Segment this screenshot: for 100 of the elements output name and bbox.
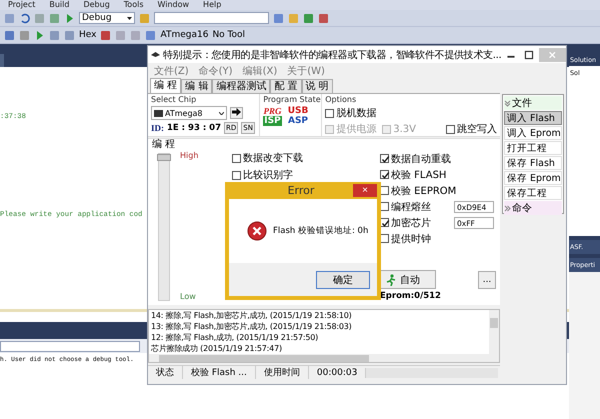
checkbox-label: 校验 FLASH	[391, 168, 446, 182]
checkbox-label: 数据改变下载	[243, 152, 303, 165]
toolbar-icon[interactable]	[303, 12, 314, 24]
logo-text: USB	[288, 106, 308, 116]
checkbox-label: 跳空写入	[457, 122, 497, 136]
chip-dropdown[interactable]: ATmega8	[151, 106, 227, 120]
tab[interactable]: 配 置	[270, 79, 302, 93]
side-button[interactable]: 打开工程	[504, 141, 562, 155]
output-source-dropdown[interactable]	[0, 340, 140, 352]
logo-text: ISP	[263, 116, 282, 126]
toolbar-icon[interactable]	[4, 30, 15, 40]
menu-item[interactable]: Tools	[124, 0, 144, 10]
checkbox-label: 校验 EEPROM	[391, 184, 456, 198]
menu-item[interactable]: 关于(W)	[287, 64, 325, 78]
ok-button[interactable]: 确定	[316, 270, 370, 288]
chip-id: 1E : 93 : 07	[167, 123, 222, 133]
log-line: 14: 擦除,写 Flash,加密芯片,成功, (2015/1/19 21:58:10)	[150, 310, 353, 321]
dialog-title: Error	[286, 184, 316, 197]
side-button[interactable]: 保存工程	[504, 186, 562, 200]
menu-item[interactable]: Project	[8, 0, 36, 10]
status-text: 校验 Flash ...	[183, 366, 256, 379]
menu-item[interactable]: 命令(Y)	[198, 64, 233, 78]
running-man-icon	[385, 274, 397, 286]
checkbox[interactable]	[380, 154, 389, 163]
high-label: High	[180, 151, 200, 160]
slider-track[interactable]	[158, 153, 170, 301]
toolbar-icon[interactable]	[318, 12, 329, 24]
platform-dropdown[interactable]	[154, 12, 269, 24]
checkbox[interactable]	[232, 170, 241, 180]
caret-icon	[219, 112, 224, 114]
configuration-dropdown[interactable]: Debug	[79, 12, 135, 24]
toolbar-icon[interactable]	[19, 30, 30, 40]
play-icon[interactable]	[34, 30, 45, 40]
side-button[interactable]: 调入 Flash	[504, 111, 562, 125]
device-button[interactable]: ATmega16	[160, 30, 208, 40]
menu-item[interactable]: Build	[49, 0, 70, 10]
tab[interactable]: 编 辑	[181, 79, 212, 93]
toolbar-icon[interactable]	[49, 12, 60, 24]
log-line: 12: 擦除,写 Flash,成功, (2015/1/19 21:57:50)	[150, 332, 320, 343]
toolbar-icon[interactable]	[4, 12, 15, 24]
tab[interactable]: 说 明	[302, 79, 333, 93]
toolbar-icon[interactable]	[139, 12, 150, 24]
menu-item[interactable]: 文件(Z)	[154, 64, 189, 78]
close-button[interactable]: ×	[353, 184, 377, 197]
scrollbar-thumb[interactable]	[159, 354, 369, 362]
error-icon	[247, 221, 267, 241]
more-button[interactable]: ...	[478, 270, 496, 288]
error-message: Flash 校验错误地址: 0h	[273, 225, 368, 237]
checkbox-label: 比较识别字	[243, 168, 293, 182]
group-label: Options	[325, 95, 358, 104]
toolbar-icon[interactable]	[49, 30, 60, 40]
side-button[interactable]: 保存 Eprom	[504, 171, 562, 185]
go-button[interactable]	[230, 107, 243, 119]
hex-button[interactable]: Hex	[79, 30, 96, 40]
checkbox[interactable]	[446, 124, 455, 134]
window-title: 特别提示：您使用的是非智峰软件的编程器或下载器，智峰软件不提供技术支...	[163, 48, 502, 62]
checkbox-label: 提供电源	[336, 122, 376, 136]
slider-thumb[interactable]	[157, 154, 171, 161]
menu-item[interactable]: Help	[203, 0, 222, 10]
toolbar-icon[interactable]	[145, 30, 156, 40]
toolbar-icon[interactable]	[115, 30, 126, 40]
status-text: 使用时间	[256, 366, 309, 379]
menu-item[interactable]: 编辑(X)	[242, 64, 278, 78]
auto-button[interactable]: 自动	[380, 270, 436, 289]
group-label: Select Chip	[151, 95, 198, 104]
tool-button[interactable]: No Tool	[212, 30, 246, 40]
tab[interactable]: 编 程	[150, 78, 182, 93]
section-label: 编 程	[151, 139, 176, 151]
panel-header[interactable]: 命令	[504, 201, 562, 215]
menu-item[interactable]: Debug	[83, 0, 110, 10]
checkbox-label: 加密芯片	[391, 216, 431, 230]
arrow-icon	[232, 108, 241, 116]
checkbox-label: 数据自动重载	[391, 152, 451, 166]
log-line: 13: 擦除,写 Flash,加密芯片,成功, (2015/1/19 21:58:03)	[150, 321, 353, 332]
toolbar-icon[interactable]	[34, 12, 45, 24]
checkbox[interactable]	[232, 154, 241, 162]
checkbox-label: 编程熔丝	[391, 200, 431, 214]
panel-header[interactable]: 文件	[504, 96, 562, 110]
menu-item[interactable]: Window	[158, 0, 190, 10]
status-text: 状态	[148, 366, 183, 379]
logo-text: PRG	[263, 106, 282, 116]
side-button[interactable]: 调入 Eprom	[504, 126, 562, 140]
toolbar-icon[interactable]	[100, 30, 112, 40]
checkbox[interactable]	[325, 108, 334, 118]
app-icon	[150, 49, 161, 60]
checkbox[interactable]	[380, 170, 389, 179]
chip-icon	[154, 110, 163, 116]
low-label: Low	[180, 292, 197, 301]
side-button[interactable]: 保存 Flash	[504, 156, 562, 170]
toolbar-icon[interactable]	[130, 30, 142, 40]
tab[interactable]: 编程器测试	[212, 79, 270, 93]
undo-icon[interactable]	[19, 12, 30, 24]
group-label: Program State	[263, 95, 318, 104]
checkbox-label: 3.3V	[393, 124, 416, 134]
play-icon[interactable]	[64, 12, 75, 24]
toolbar-icon[interactable]	[273, 12, 284, 24]
caret-icon	[127, 16, 132, 20]
toolbar-icon[interactable]	[64, 30, 75, 40]
id-label: ID:	[151, 123, 164, 133]
scrollbar-thumb[interactable]	[490, 318, 498, 328]
